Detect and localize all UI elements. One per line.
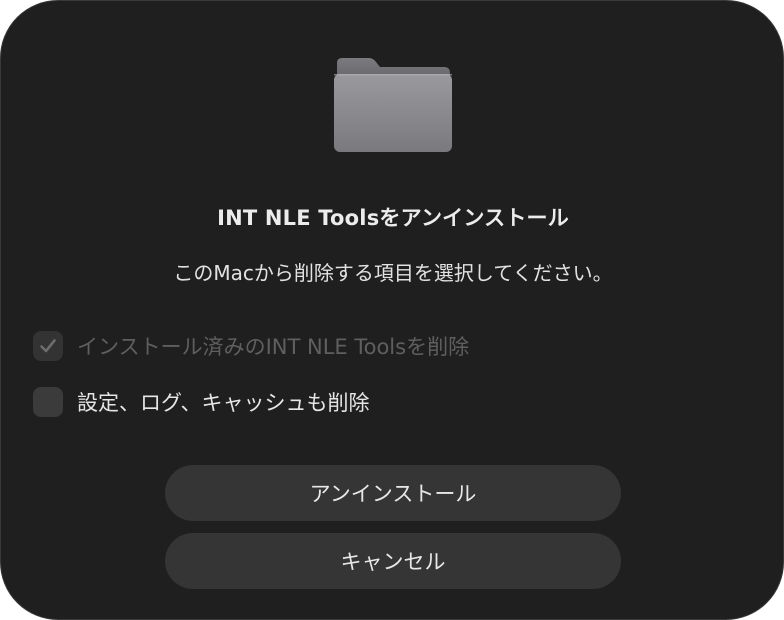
remove-settings-label[interactable]: 設定、ログ、キャッシュも削除 — [77, 387, 370, 417]
cancel-button[interactable]: キャンセル — [165, 533, 621, 589]
remove-settings-option[interactable]: 設定、ログ、キャッシュも削除 — [33, 386, 370, 418]
uninstall-button[interactable]: アンインストール — [165, 465, 621, 521]
remove-settings-checkbox[interactable] — [33, 387, 63, 417]
remove-installed-checkbox — [33, 331, 63, 361]
checkmark-icon — [40, 339, 56, 353]
dialog-subtitle: このMacから削除する項目を選択してください。 — [173, 261, 613, 285]
folder-icon — [334, 58, 452, 152]
remove-installed-option: インストール済みのINT NLE Toolsを削除 — [33, 330, 469, 362]
dialog-title: INT NLE Toolsをアンインストール — [217, 206, 569, 230]
uninstall-dialog: INT NLE Toolsをアンインストール このMacから削除する項目を選択し… — [0, 0, 784, 620]
remove-installed-label: インストール済みのINT NLE Toolsを削除 — [77, 335, 470, 359]
